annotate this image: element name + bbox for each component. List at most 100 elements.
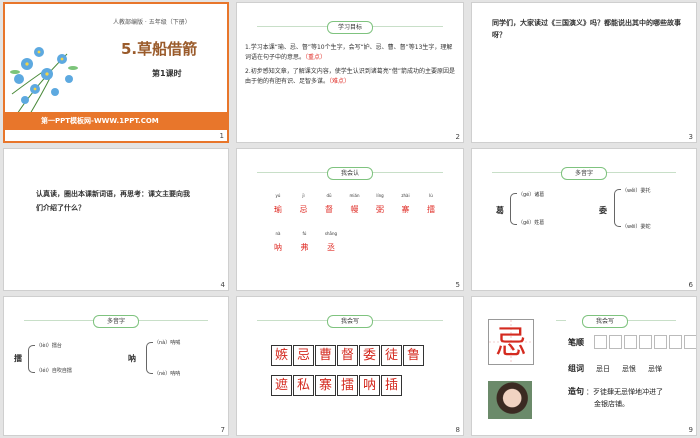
word-3: 忌惮	[648, 365, 662, 373]
slide1-lesson: 第1课时	[152, 69, 182, 78]
write-char: 鲁	[403, 345, 424, 366]
write-char: 嫉	[271, 345, 292, 366]
word-item: yú 瑜	[267, 193, 289, 215]
big-char: 忌	[494, 323, 527, 361]
slide7-item-1a: （lèi）擂台	[36, 343, 62, 349]
stroke-order-boxes	[594, 335, 696, 349]
write-char: 呐	[359, 375, 380, 396]
slide-thumbnail-2[interactable]: 学习目标 1.学习本课“瑜、忌、督”等10个生字，会写“妒、忌、曹、督”等13生…	[236, 2, 464, 143]
slide6-brace-1	[510, 193, 517, 225]
write-char: 督	[337, 345, 358, 366]
tag-line-left	[257, 172, 327, 173]
photo-placeholder	[488, 381, 532, 419]
pinyin: zhài	[401, 193, 410, 198]
slide6-item-1b: （gě）姓葛	[518, 220, 545, 226]
write-char: 遮	[271, 375, 292, 396]
pinyin: fú	[302, 231, 307, 236]
write-char: 曹	[315, 345, 336, 366]
slide-thumbnail-6[interactable]: 多音字 葛 （gé）诸葛 （gě）姓葛 委 （wěi）委托 （wēi）委蛇 6	[471, 148, 697, 291]
slide1-footer-text: 第一PPT模板网-WWW.1PPT.COM	[41, 117, 159, 125]
word-item: nà 呐	[267, 231, 289, 253]
slide-number-9: 9	[688, 426, 693, 434]
tag-line-left	[24, 320, 94, 321]
slide-thumbnail-1[interactable]: 人教部编版 · 五年级（下册） 5.草船借箭 第1课时 第一PPT模板网-WWW…	[3, 2, 229, 143]
stroke-box	[684, 335, 696, 349]
slide-thumbnail-8[interactable]: 我会写 嫉 忌 曹 督 委 徒 鲁 遮 私 寨 擂 呐 插 8	[236, 296, 464, 436]
slide7-char-1: 擂	[14, 354, 22, 363]
stroke-order-label: 笔顺	[568, 338, 584, 347]
word-item: mián 幔	[344, 193, 366, 215]
slide-thumbnail-9[interactable]: 我会写 忌 笔顺 组词 忌日 忌恨 忌惮 造句 ：歹徒肆无忌惮地冲进了 金银店铺…	[471, 296, 697, 436]
slide-thumbnail-5[interactable]: 我会认 yú 瑜 jì 忌 dū 督 mián 幔 líng 弼 zhài 寨 lù 擂 nà…	[236, 148, 464, 291]
pinyin: dū	[326, 193, 332, 198]
slide3-question: 同学们，大家读过《三国演义》吗？都能说出其中的哪些故事呀？	[492, 19, 681, 39]
word-2: 忌恨	[622, 365, 636, 373]
slide7-brace-2	[146, 342, 153, 374]
pinyin: líng	[376, 193, 384, 198]
slide6-char-1: 葛	[496, 206, 504, 215]
slide2-goal-1-tag: （重点）	[305, 54, 327, 61]
char: 忌	[299, 205, 308, 214]
slide-number-5: 5	[455, 281, 460, 289]
tag-line-left	[257, 320, 327, 321]
flower-decoration	[10, 47, 78, 120]
slide6-item-1a: （gé）诸葛	[518, 192, 545, 198]
char: 丞	[327, 243, 335, 252]
write-char: 徒	[381, 345, 402, 366]
stroke-box	[624, 335, 637, 349]
tag-line-right	[373, 26, 443, 27]
write-char: 委	[359, 345, 380, 366]
slide6-char-2: 委	[599, 206, 607, 215]
pinyin: nà	[275, 231, 281, 236]
tag-line-right	[373, 320, 443, 321]
slide-thumbnail-7[interactable]: 多音字 擂 （lèi）擂台 （léi）自吹自擂 呐 （nà）呐喊 （nè）呐呐 …	[3, 296, 229, 436]
char: 寨	[401, 205, 410, 214]
slide-number-2: 2	[455, 133, 460, 141]
slide-number-7: 7	[220, 426, 225, 434]
write-char: 忌	[293, 345, 314, 366]
slide7-item-2a: （nà）呐喊	[154, 340, 181, 346]
char: 弗	[300, 243, 309, 252]
pinyin: jì	[302, 193, 305, 198]
slide6-item-2b: （wēi）委蛇	[622, 224, 651, 230]
tag-line-right	[620, 320, 676, 321]
write-char: 插	[381, 375, 402, 396]
stroke-box	[669, 335, 682, 349]
pinyin: yú	[275, 193, 281, 198]
slide5-tag: 我会认	[327, 167, 373, 180]
word-1: 忌日	[596, 365, 610, 373]
tag-line-left	[257, 26, 327, 27]
slide4-instruction: 认真读，圈出本课新词语，再思考：课文主要向我们介绍了什么？	[36, 190, 190, 212]
slide6-brace-2	[614, 189, 621, 227]
slide1-subtitle: 人教部编版 · 五年级（下册）	[113, 19, 191, 26]
slide2-goal-2-tag: （难点）	[329, 78, 351, 85]
slide7-tag: 多音字	[93, 315, 139, 328]
char: 督	[325, 205, 333, 214]
slide7-brace-1	[28, 345, 35, 373]
slide-thumbnail-4[interactable]: 认真读，圈出本课新词语，再思考：课文主要向我们介绍了什么？ 4	[3, 148, 229, 291]
slide7-item-1b: （léi）自吹自擂	[36, 368, 72, 374]
stroke-box	[609, 335, 622, 349]
tag-line-right	[373, 172, 443, 173]
sentence-line-2: 金银店铺。	[594, 400, 629, 408]
slide5-row2: nà 呐 fú 弗 shāng 丞	[267, 231, 342, 253]
slide-number-3: 3	[688, 133, 693, 141]
stroke-box	[594, 335, 607, 349]
slide2-goal-2: 2.初步感知文章，了解课文内容，使学生认识到诸葛亮“借”箭成功的主要原因是由于他…	[245, 67, 457, 87]
word-item: zhài 寨	[395, 193, 417, 215]
slide-number-8: 8	[455, 426, 460, 434]
slide1-title: 5.草船借箭	[121, 40, 198, 58]
slide2-tag: 学习目标	[327, 21, 373, 34]
pinyin: lù	[429, 193, 433, 198]
char: 弼	[376, 205, 384, 214]
word-item: lù 擂	[420, 193, 442, 215]
write-char: 私	[293, 375, 314, 396]
slide2-goal-1-text: 1.学习本课“瑜、忌、督”等10个生字，会写“妒、忌、曹、督”等13生字，理解词…	[245, 44, 453, 61]
big-char-box: 忌	[488, 319, 534, 365]
write-char: 擂	[337, 375, 358, 396]
slide5-row1: yú 瑜 jì 忌 dū 督 mián 幔 líng 弼 zhài 寨 lù 擂	[267, 193, 442, 215]
pinyin: shāng	[324, 231, 338, 236]
word-item: dū 督	[318, 193, 340, 215]
char: 呐	[274, 243, 282, 252]
slide-thumbnail-3[interactable]: 同学们，大家读过《三国演义》吗？都能说出其中的哪些故事呀？ 3	[471, 2, 697, 143]
